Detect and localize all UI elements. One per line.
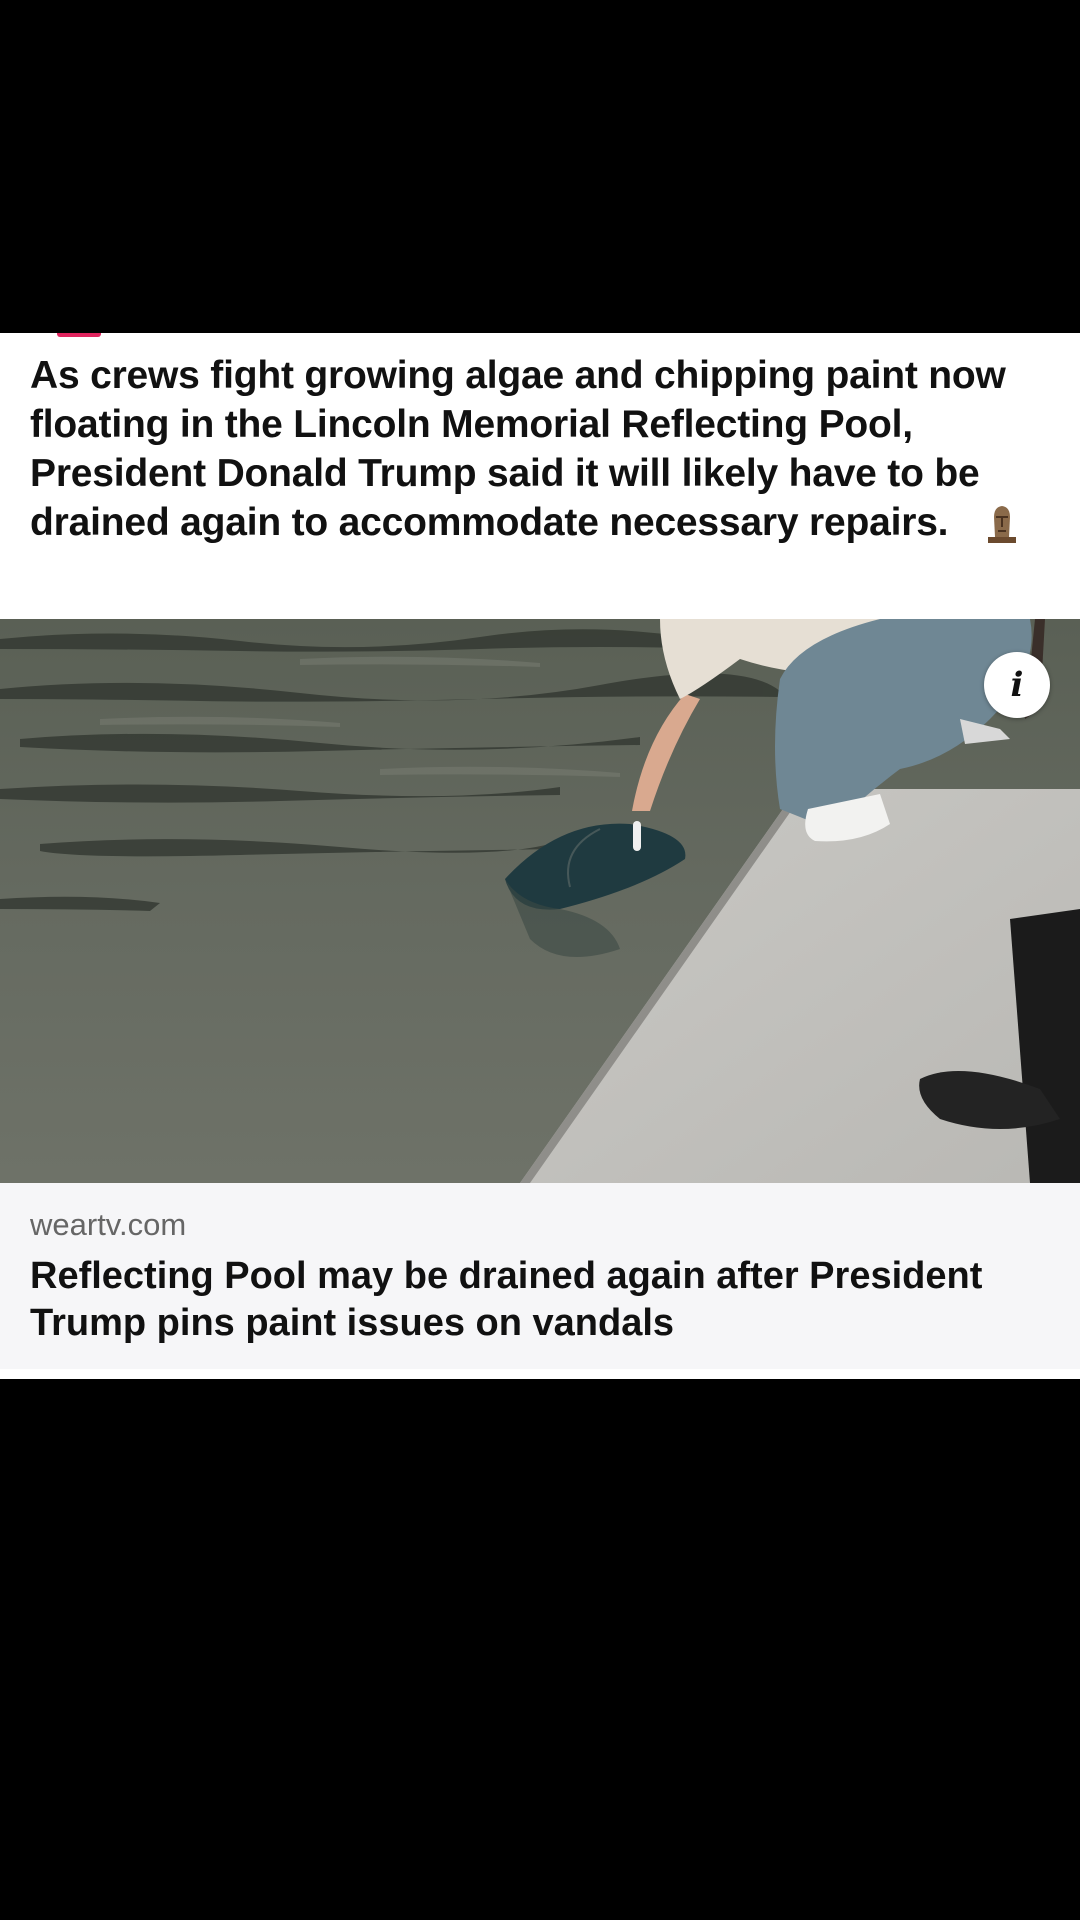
- video-frame: [0, 619, 1080, 1183]
- link-title[interactable]: Reflecting Pool may be drained again aft…: [30, 1253, 1050, 1347]
- info-icon: i: [1010, 665, 1024, 705]
- link-preview-card[interactable]: weartv.com Reflecting Pool may be draine…: [0, 1183, 1080, 1369]
- link-domain: weartv.com: [30, 1207, 187, 1242]
- info-button[interactable]: i: [984, 652, 1050, 718]
- moai-icon: [986, 503, 1018, 543]
- post-caption-text: As crews fight growing algae and chippin…: [30, 354, 1006, 544]
- post-caption: As crews fight growing algae and chippin…: [30, 351, 1060, 547]
- accent-bar: [57, 333, 101, 337]
- screen: As crews fight growing algae and chippin…: [0, 0, 1080, 1920]
- post-card[interactable]: As crews fight growing algae and chippin…: [0, 333, 1080, 1379]
- post-video[interactable]: i: [0, 619, 1080, 1183]
